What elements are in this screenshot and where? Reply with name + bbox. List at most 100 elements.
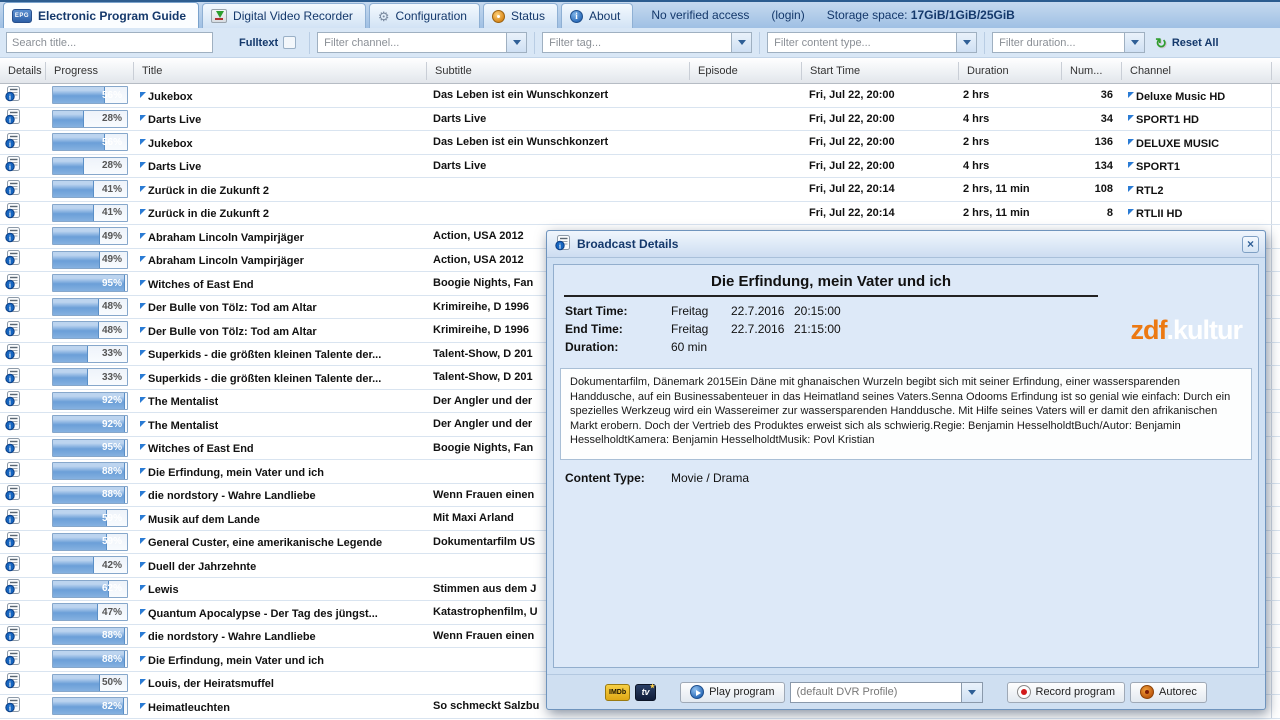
svg-text:i: i bbox=[9, 399, 11, 407]
details-icon[interactable]: i bbox=[5, 297, 21, 316]
details-icon[interactable]: i bbox=[5, 556, 21, 575]
close-icon[interactable]: × bbox=[1242, 236, 1259, 253]
tv-database-icon[interactable]: tv bbox=[635, 684, 656, 701]
autorec-button[interactable]: Autorec bbox=[1130, 682, 1207, 703]
details-icon[interactable]: i bbox=[5, 603, 21, 622]
svg-text:i: i bbox=[9, 93, 11, 101]
progress-value: 88% bbox=[102, 487, 122, 503]
progress-value: 56% bbox=[102, 87, 122, 103]
dvr-profile-select[interactable]: (default DVR Profile) bbox=[790, 682, 983, 703]
details-icon[interactable]: i bbox=[5, 415, 21, 434]
details-icon[interactable]: i bbox=[5, 368, 21, 387]
details-icon[interactable]: i bbox=[5, 509, 21, 528]
details-icon[interactable]: i bbox=[5, 321, 21, 340]
details-icon[interactable]: i bbox=[5, 109, 21, 128]
record-program-button[interactable]: Record program bbox=[1007, 682, 1125, 703]
details-icon[interactable]: i bbox=[5, 532, 21, 551]
broadcast-details-dialog: i Broadcast Details × Die Erfindung, mei… bbox=[546, 230, 1266, 710]
filter-duration-combo[interactable]: Filter duration... bbox=[992, 32, 1145, 53]
chevron-down-icon[interactable] bbox=[731, 33, 751, 52]
fulltext-checkbox[interactable] bbox=[283, 36, 296, 49]
table-row[interactable]: i 41% Zurück in die Zukunft 2 Fri, Jul 2… bbox=[0, 202, 1280, 226]
details-icon[interactable]: i bbox=[5, 485, 21, 504]
imdb-icon[interactable]: IMDb bbox=[605, 684, 630, 701]
progress-bar: 88% bbox=[52, 462, 128, 480]
column-header-num-[interactable]: Num... bbox=[1061, 62, 1121, 80]
column-header-title[interactable]: Title bbox=[133, 62, 426, 80]
filter-tag-combo[interactable]: Filter tag... bbox=[542, 32, 752, 53]
marker-icon bbox=[140, 162, 146, 168]
table-right-gutter bbox=[1271, 507, 1280, 530]
play-program-label: Play program bbox=[709, 686, 774, 698]
num-cell: 108 bbox=[1061, 183, 1121, 195]
details-icon[interactable]: i bbox=[5, 650, 21, 669]
details-icon[interactable]: i bbox=[5, 579, 21, 598]
chevron-down-icon[interactable] bbox=[1124, 33, 1144, 52]
play-program-button[interactable]: Play program bbox=[680, 682, 784, 703]
progress-fill bbox=[53, 346, 88, 362]
title-cell: Musik auf dem Lande bbox=[148, 514, 260, 526]
epg-icon: EPG bbox=[12, 9, 32, 23]
column-header-details[interactable]: Details bbox=[0, 62, 45, 80]
chevron-down-icon[interactable] bbox=[506, 33, 526, 52]
filter-content-type-placeholder: Filter content type... bbox=[768, 37, 956, 49]
table-right-gutter bbox=[1271, 484, 1280, 507]
details-icon[interactable]: i bbox=[5, 156, 21, 175]
details-icon[interactable]: i bbox=[5, 86, 21, 105]
progress-value: 48% bbox=[102, 299, 122, 315]
column-header-channel[interactable]: Channel bbox=[1121, 62, 1271, 80]
tab-configuration[interactable]: ⚙Configuration bbox=[369, 3, 480, 28]
progress-bar: 88% bbox=[52, 486, 128, 504]
details-icon[interactable]: i bbox=[5, 626, 21, 645]
marker-icon bbox=[140, 444, 146, 450]
details-icon[interactable]: i bbox=[5, 180, 21, 199]
chevron-down-icon[interactable] bbox=[961, 683, 982, 702]
tab-electronic-program-guide[interactable]: EPGElectronic Program Guide bbox=[3, 2, 199, 28]
details-icon[interactable]: i bbox=[5, 250, 21, 269]
progress-bar: 92% bbox=[52, 392, 128, 410]
table-row[interactable]: i 28% Darts Live Darts Live Fri, Jul 22,… bbox=[0, 155, 1280, 179]
title-cell: Superkids - die größten kleinen Talente … bbox=[148, 349, 381, 361]
progress-bar: 41% bbox=[52, 180, 128, 198]
marker-icon bbox=[140, 256, 146, 262]
details-icon[interactable]: i bbox=[5, 438, 21, 457]
tab-about[interactable]: iAbout bbox=[561, 3, 633, 28]
progress-value: 95% bbox=[102, 440, 122, 456]
autorec-icon bbox=[1140, 685, 1154, 699]
filter-channel-combo[interactable]: Filter channel... bbox=[317, 32, 527, 53]
details-icon[interactable]: i bbox=[5, 203, 21, 222]
search-input[interactable] bbox=[6, 32, 213, 53]
progress-bar: 48% bbox=[52, 321, 128, 339]
column-header-duration[interactable]: Duration bbox=[958, 62, 1061, 80]
tab-digital-video-recorder[interactable]: Digital Video Recorder bbox=[202, 3, 366, 28]
title-cell: Witches of East End bbox=[148, 279, 254, 291]
details-icon[interactable]: i bbox=[5, 274, 21, 293]
progress-value: 88% bbox=[102, 628, 122, 644]
details-icon[interactable]: i bbox=[5, 462, 21, 481]
table-row[interactable]: i 56% Jukebox Das Leben ist ein Wunschko… bbox=[0, 84, 1280, 108]
details-icon[interactable]: i bbox=[5, 673, 21, 692]
column-header-episode[interactable]: Episode bbox=[689, 62, 801, 80]
column-header-subtitle[interactable]: Subtitle bbox=[426, 62, 689, 80]
column-header-progress[interactable]: Progress bbox=[45, 62, 133, 80]
filter-content-type-combo[interactable]: Filter content type... bbox=[767, 32, 977, 53]
reset-all-button[interactable]: ↻ Reset All bbox=[1155, 36, 1218, 50]
chevron-down-icon[interactable] bbox=[956, 33, 976, 52]
duration-cell: 2 hrs, 11 min bbox=[958, 207, 1061, 219]
table-row[interactable]: i 28% Darts Live Darts Live Fri, Jul 22,… bbox=[0, 108, 1280, 132]
table-row[interactable]: i 41% Zurück in die Zukunft 2 Fri, Jul 2… bbox=[0, 178, 1280, 202]
details-icon[interactable]: i bbox=[5, 133, 21, 152]
column-header-start-time[interactable]: Start Time bbox=[801, 62, 958, 80]
details-icon[interactable]: i bbox=[5, 391, 21, 410]
details-icon[interactable]: i bbox=[5, 697, 21, 716]
tab-status[interactable]: Status bbox=[483, 3, 558, 28]
progress-value: 56% bbox=[102, 134, 122, 150]
table-row[interactable]: i 56% Jukebox Das Leben ist ein Wunschko… bbox=[0, 131, 1280, 155]
login-link[interactable]: (login) bbox=[771, 8, 804, 22]
start-time-cell: Fri, Jul 22, 20:14 bbox=[801, 183, 958, 195]
progress-value: 92% bbox=[102, 416, 122, 432]
progress-bar: 92% bbox=[52, 415, 128, 433]
details-icon[interactable]: i bbox=[5, 344, 21, 363]
svg-text:i: i bbox=[9, 563, 11, 571]
details-icon[interactable]: i bbox=[5, 227, 21, 246]
